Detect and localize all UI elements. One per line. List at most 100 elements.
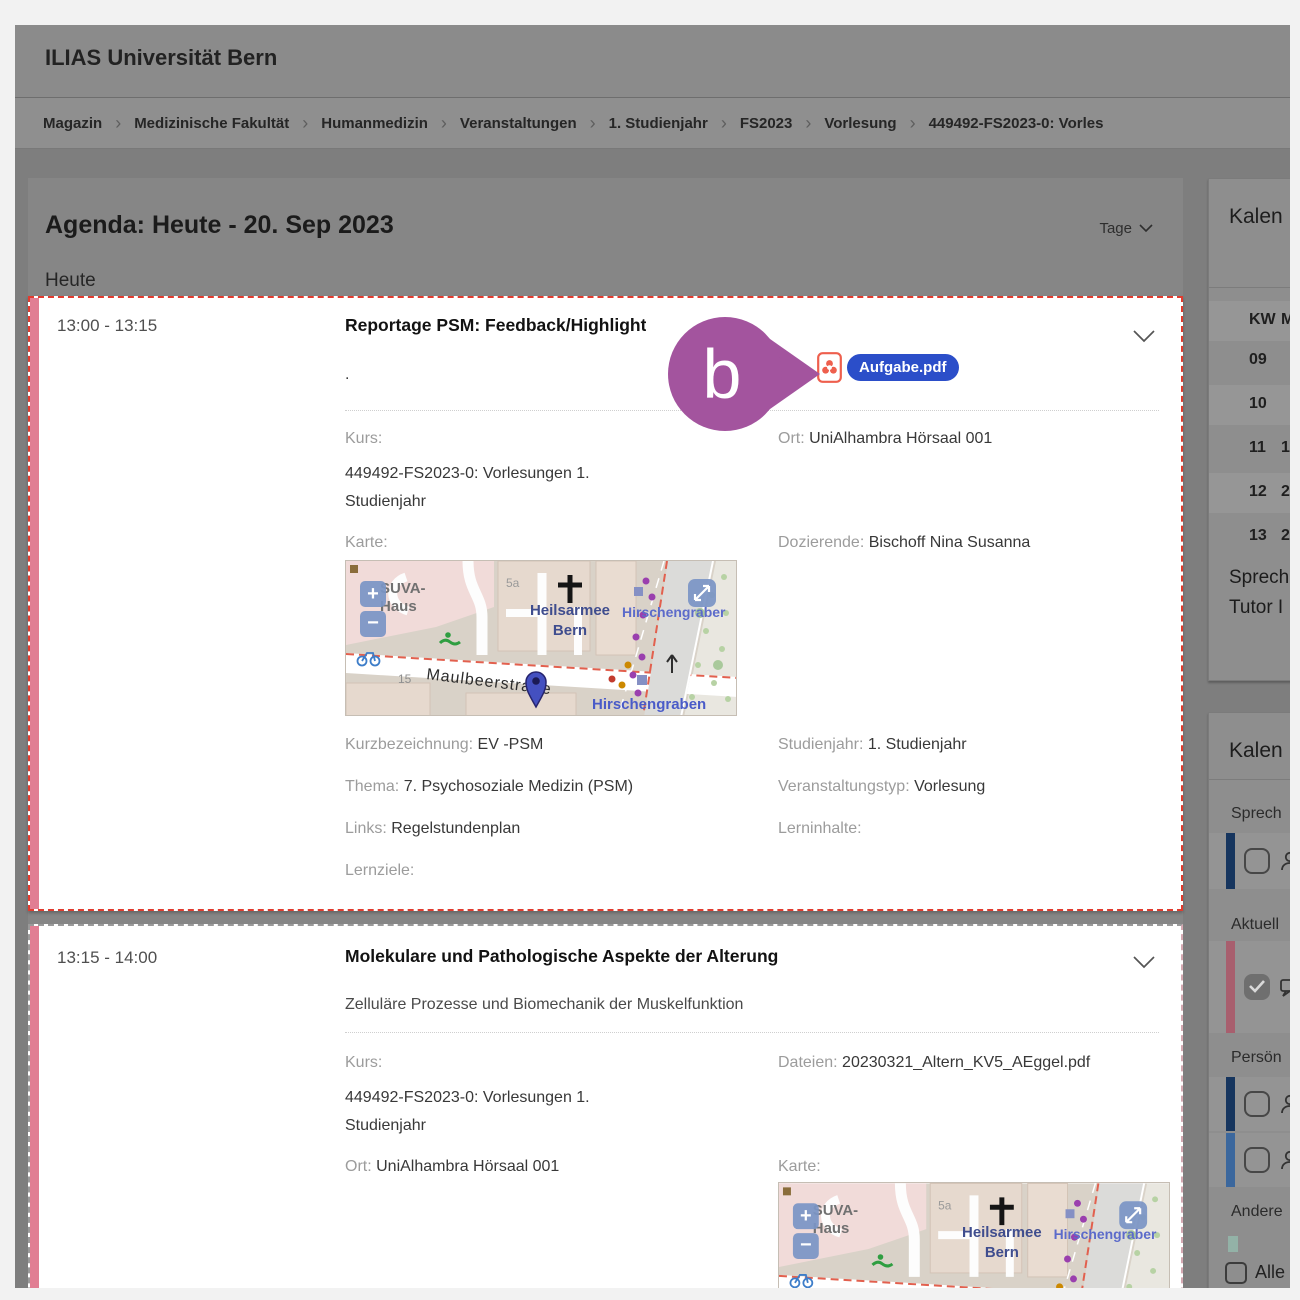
app-title: ILIAS Universität Bern <box>45 45 277 71</box>
calendar-week-row[interactable]: 132 <box>1209 517 1290 557</box>
field-kurs-label: Kurs: <box>345 1054 382 1072</box>
calendar-week-row[interactable]: 10 <box>1209 385 1290 425</box>
breadcrumb-item-studienjahr[interactable]: 1. Studienjahr <box>609 115 708 132</box>
attachment-row: Aufgabe.pdf <box>817 352 959 383</box>
day-column-header: M <box>1281 311 1290 329</box>
divider <box>345 1032 1159 1033</box>
breadcrumb-item-fs2023[interactable]: FS2023 <box>740 115 793 132</box>
breadcrumb-item-humanmedizin[interactable]: Humanmedizin <box>321 115 428 132</box>
breadcrumb-item-magazin[interactable]: Magazin <box>43 115 102 132</box>
calendar-selection-panel: Kalen Sprech Aktuell Persön <box>1208 712 1290 1288</box>
calendar-checkbox-checked[interactable] <box>1244 974 1270 1000</box>
svg-text:−: − <box>367 612 379 634</box>
select-all-checkbox[interactable] <box>1225 1262 1247 1284</box>
collapse-chevron-icon[interactable] <box>1133 330 1155 343</box>
breadcrumb-item-veranstaltungen[interactable]: Veranstaltungen <box>460 115 577 132</box>
calendar-selection-heading: Kalen <box>1229 739 1283 763</box>
field-ort: Ort: UniAlhambra Hörsaal 001 <box>345 1158 559 1176</box>
field-kurzbezeichnung: Kurzbezeichnung: EV -PSM <box>345 736 543 754</box>
event-time: 13:00 - 13:15 <box>57 316 157 336</box>
event-title[interactable]: Molekulare und Pathologische Aspekte der… <box>345 946 778 967</box>
field-kurs-value: 449492-FS2023-0: Vorlesungen 1. Studienj… <box>345 1084 690 1140</box>
svg-text:−: − <box>800 1234 812 1256</box>
field-ort: Ort: UniAlhambra Hörsaal 001 <box>778 430 992 448</box>
field-karte-label: Karte: <box>778 1158 821 1176</box>
event-color-stripe <box>30 298 39 909</box>
field-dateien: Dateien: 20230321_Altern_KV5_AEggel.pdf <box>778 1054 1090 1072</box>
divider <box>345 410 1159 411</box>
calendar-checkbox[interactable] <box>1244 848 1270 874</box>
week-column-header: KW <box>1249 311 1276 329</box>
svg-text:5a: 5a <box>938 1198 952 1212</box>
location-map[interactable]: SUVA- Haus 5a Heilsarmee Bern Hirschengr… <box>345 560 737 716</box>
select-all-label: Alle a <box>1255 1262 1290 1283</box>
svg-text:SUVA-: SUVA- <box>813 1202 858 1219</box>
collapse-chevron-icon[interactable] <box>1133 956 1155 969</box>
calendar-color-bar <box>1226 941 1235 1033</box>
field-links: Links: Regelstundenplan <box>345 820 520 838</box>
pdf-file-icon[interactable] <box>817 352 842 383</box>
divider <box>1209 287 1290 288</box>
person-icon <box>1278 1148 1290 1172</box>
calendar-checkbox[interactable] <box>1244 1147 1270 1173</box>
svg-text:Bern: Bern <box>553 622 587 639</box>
svg-text:+: + <box>367 583 379 605</box>
event-subtitle: Zelluläre Prozesse und Biomechanik der M… <box>345 996 743 1014</box>
field-karte-label: Karte: <box>345 534 388 552</box>
select-all-row: Alle a <box>1225 1262 1290 1288</box>
calendar-week-row[interactable]: 09 <box>1209 341 1290 381</box>
calendar-item <box>1209 1133 1290 1187</box>
calendar-legend-line: Tutor I <box>1229 597 1283 619</box>
calendar-item <box>1209 1077 1290 1131</box>
links-value[interactable]: Regelstundenplan <box>391 820 520 837</box>
page-dim-overlay: ILIAS Universität Bern Magazin › Medizin… <box>15 25 1290 1288</box>
field-dozierende: Dozierende: Bischoff Nina Susanna <box>778 534 1030 552</box>
person-icon <box>1278 1092 1290 1116</box>
calendar-color-bar <box>1226 1077 1235 1131</box>
event-time: 13:15 - 14:00 <box>57 948 157 968</box>
calendar-legend-line: Sprech <box>1229 567 1289 589</box>
event-description: . <box>345 366 349 384</box>
calendar-color-bar <box>1226 1133 1235 1187</box>
calendar-week-row[interactable]: 122 <box>1209 473 1290 513</box>
breadcrumb-separator: › <box>721 113 727 134</box>
agenda-day-label: Heute <box>45 270 96 292</box>
svg-text:+: + <box>800 1205 812 1227</box>
field-studienjahr: Studienjahr: 1. Studienjahr <box>778 736 967 754</box>
svg-text:15: 15 <box>398 672 412 686</box>
event-color-stripe <box>30 926 39 1288</box>
event-title[interactable]: Reportage PSM: Feedback/Highlight <box>345 315 646 336</box>
calendar-week-row[interactable]: 111 <box>1209 429 1290 469</box>
calendar-item <box>1209 941 1290 1033</box>
group-heading-aktuell: Aktuell <box>1231 916 1279 934</box>
divider <box>1209 779 1290 780</box>
breadcrumb-separator: › <box>441 113 447 134</box>
breadcrumb-item-vorlesung[interactable]: Vorlesung <box>824 115 896 132</box>
chevron-down-icon <box>1139 224 1153 233</box>
dateien-value[interactable]: 20230321_Altern_KV5_AEggel.pdf <box>842 1054 1090 1071</box>
calendar-color-swatch <box>1228 1236 1238 1252</box>
field-thema: Thema: 7. Psychosoziale Medizin (PSM) <box>345 778 633 796</box>
attachment-link[interactable]: Aufgabe.pdf <box>847 354 959 381</box>
breadcrumb-separator: › <box>590 113 596 134</box>
person-icon <box>1278 849 1290 873</box>
chat-icon <box>1278 975 1290 999</box>
svg-text:Heilsarmee: Heilsarmee <box>530 602 610 619</box>
svg-text:Bern: Bern <box>985 1244 1019 1261</box>
view-range-dropdown[interactable]: Tage <box>1099 220 1153 237</box>
calendar-panel-heading: Kalen <box>1229 205 1283 229</box>
calendar-color-bar <box>1226 833 1235 889</box>
breadcrumb-separator: › <box>910 113 916 134</box>
field-kurs-value: 449492-FS2023-0: Vorlesungen 1. Studienj… <box>345 460 690 516</box>
calendar-item <box>1209 833 1290 889</box>
breadcrumb-item-current[interactable]: 449492-FS2023-0: Vorles <box>929 115 1104 132</box>
calendar-header-row: KW M <box>1209 301 1290 341</box>
breadcrumb: Magazin › Medizinische Fakultät › Humanm… <box>15 97 1290 149</box>
calendar-checkbox[interactable] <box>1244 1091 1270 1117</box>
breadcrumb-separator: › <box>115 113 121 134</box>
event-card-1: 13:00 - 13:15 Reportage PSM: Feedback/Hi… <box>28 296 1183 911</box>
svg-text:5a: 5a <box>506 576 520 590</box>
location-map[interactable]: SUVA- Haus 5a Heilsarmee Bern Hirschengr… <box>778 1182 1170 1288</box>
breadcrumb-item-fakultaet[interactable]: Medizinische Fakultät <box>134 115 289 132</box>
agenda-panel: Agenda: Heute - 20. Sep 2023 Tage Heute … <box>28 178 1183 1288</box>
